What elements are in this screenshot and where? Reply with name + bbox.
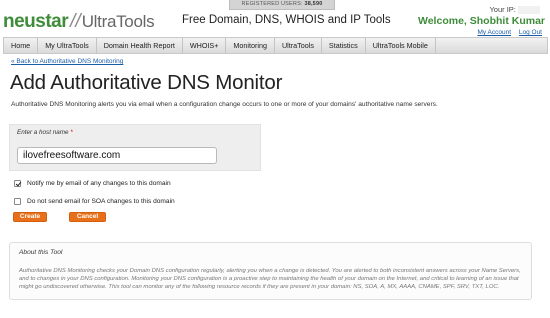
welcome-message: Welcome, Shobhit Kumar [418,15,545,27]
notify-option[interactable]: Notify me by email of any changes to thi… [14,180,171,187]
notify-checkbox[interactable] [14,180,21,187]
soa-option[interactable]: Do not send email for SOA changes to thi… [14,198,175,205]
logo-brand: neustar [3,11,69,32]
host-name-label: Enter a host name * [17,129,73,136]
about-tool-panel: About this Tool Authoritative DNS Monito… [9,242,532,300]
my-account-link[interactable]: My Account [477,29,511,36]
ip-label: Your IP: [489,5,516,14]
back-link[interactable]: « Back to Authoritative DNS Monitoring [11,58,123,65]
site-logo[interactable]: neustar // UltraTools [3,11,155,32]
page-title: Add Authoritative DNS Monitor [10,71,283,94]
log-out-link[interactable]: Log Out [519,29,542,36]
nav-item-my-ultratools[interactable]: My UltraTools [38,38,97,53]
host-name-label-text: Enter a host name [17,129,69,136]
soa-checkbox[interactable] [14,198,21,205]
ip-value-box [518,6,540,15]
soa-label: Do not send email for SOA changes to thi… [27,198,175,205]
required-mark: * [70,129,73,136]
nav-item-domain-health-report[interactable]: Domain Health Report [97,38,183,53]
ip-display: Your IP: [489,5,540,15]
nav-item-ultratools-mobile[interactable]: UltraTools Mobile [366,38,436,53]
registered-users-count: 38,590 [304,1,323,7]
notify-label: Notify me by email of any changes to thi… [27,180,171,187]
nav-item-home[interactable]: Home [4,38,39,53]
registered-users-label: REGISTERED USERS: [241,1,303,7]
main-nav: Home My UltraTools Domain Health Report … [3,37,548,54]
nav-item-ultratools[interactable]: UltraTools [275,38,322,53]
logo-product: UltraTools [81,12,155,31]
registered-users-banner: REGISTERED USERS: 38,590 [229,0,335,10]
nav-item-statistics[interactable]: Statistics [322,38,366,53]
about-body: Authoritative DNS Monitoring checks your… [19,268,521,290]
about-title: About this Tool [19,249,63,256]
cancel-button[interactable]: Cancel [69,212,106,222]
create-button[interactable]: Create [13,212,47,222]
host-form-box: Enter a host name * [9,124,261,171]
logo-separator: // [70,11,81,32]
host-name-input[interactable] [17,147,217,164]
nav-item-whois-plus[interactable]: WHOIS+ [183,38,227,53]
nav-item-monitoring[interactable]: Monitoring [226,38,275,53]
account-links: My Account Log Out [471,29,542,36]
site-tagline: Free Domain, DNS, WHOIS and IP Tools [182,14,391,26]
page-description: Authoritative DNS Monitoring alerts you … [11,101,438,108]
